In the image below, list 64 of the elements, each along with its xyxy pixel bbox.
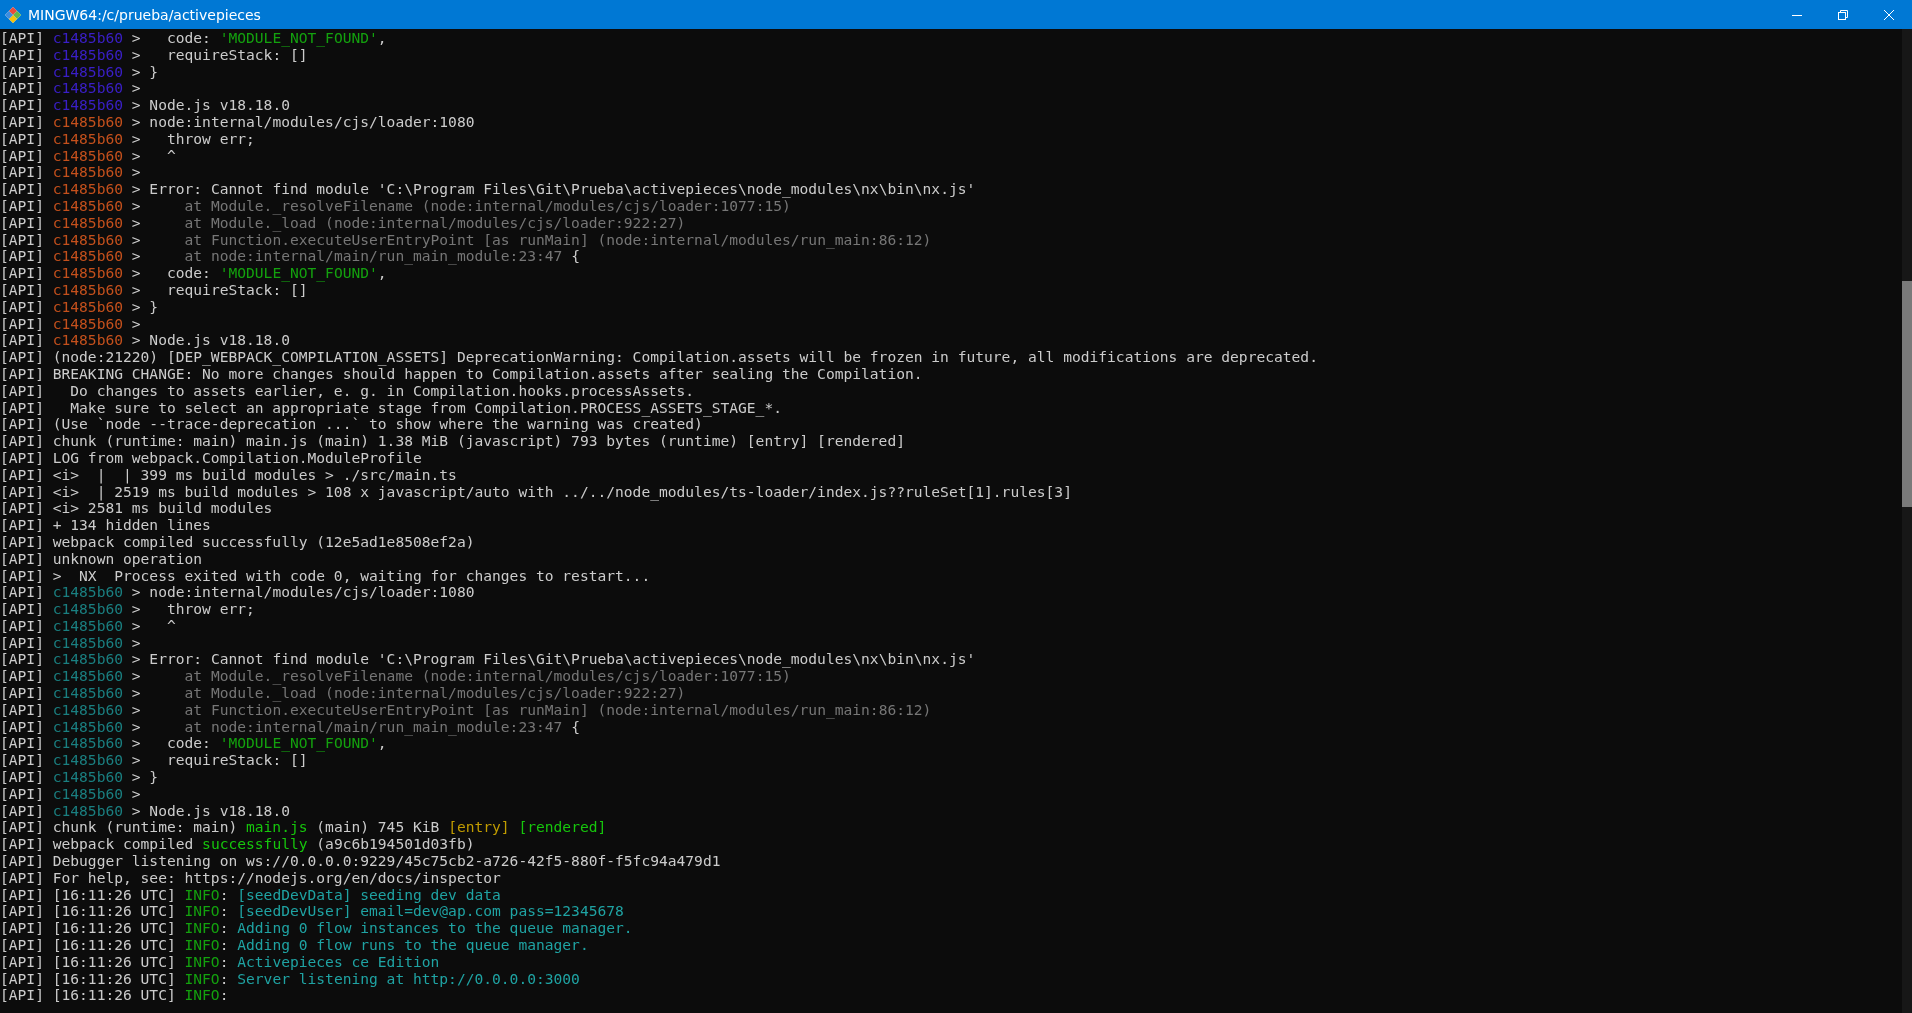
log-line: [API] c1485b60 > at node:internal/main/run_main_module:23:47 { [0, 718, 581, 736]
log-line: [API] c1485b60 > at Function.executeUserEntryPoint [as runMain] (node:internal/modules/run_main:86:12) [0, 701, 933, 719]
log-line: [API] c1485b60 > code: 'MODULE_NOT_FOUND', [0, 735, 387, 753]
log-line: [API] (node:21220) [DEP_WEBPACK_COMPILATION_ASSETS] DeprecationWarning: Compilation.assets will be frozen in future, all modifications are deprecated. [0, 349, 1319, 366]
log-line: [API] c1485b60 > at Function.executeUserEntryPoint [as runMain] (node:internal/modules/run_main:86:12) [0, 231, 933, 249]
log-line: [API] c1485b60 > ^ [0, 147, 177, 165]
log-line: [API] > NX Process exited with code 0, waiting for changes to restart... [0, 567, 652, 585]
log-line: [API] c1485b60 > } [0, 63, 160, 81]
log-line: [API] c1485b60 > node:internal/modules/cjs/loader:1080 [0, 114, 476, 131]
log-line: [API] c1485b60 > ^ [0, 617, 177, 635]
log-line: [API] c1485b60 > Node.js v18.18.0 [0, 802, 291, 820]
log-line: [API] Make sure to select an appropriate stage from Compilation.PROCESS_ASSETS_STAGE_*. [0, 399, 783, 417]
log-line: [API] [16:11:26 UTC] INFO: Server listening at http://0.0.0.0:3000 [0, 970, 581, 988]
log-line: [API] c1485b60 > at node:internal/main/run_main_module:23:47 { [0, 248, 581, 266]
log-line: [API] [16:11:26 UTC] INFO: Adding 0 flow instances to the queue manager. [0, 920, 634, 938]
log-line: [API] (Use `node --trace-deprecation ...` to show where the warning was created) [0, 416, 703, 434]
log-line: [API] c1485b60 > code: 'MODULE_NOT_FOUND', [0, 265, 387, 282]
log-line: [API] c1485b60 > at Module._resolveFilename (node:internal/modules/cjs/loader:1077:15) [0, 197, 791, 215]
log-line: [API] [16:11:26 UTC] INFO: Adding 0 flow runs to the queue manager. [0, 937, 590, 954]
log-line: [API] webpack compiled successfully (12e5ad1e8508ef2a) [0, 533, 476, 551]
log-line: [API] chunk (runtime: main) main.js (main) 745 KiB [entry] [rendered] [0, 819, 608, 837]
log-line: [API] <i> | | 399 ms build modules > ./src/main.ts [0, 466, 458, 484]
log-line: [API] c1485b60 > [0, 785, 142, 803]
log-line: [API] unknown operation [0, 550, 203, 568]
log-line: [API] c1485b60 > requireStack: [] [0, 281, 308, 299]
log-line: [API] <i> | 2519 ms build modules > 108 x javascript/auto with ../../node_modules/ts-loader/index.js??ruleSet[1].rules[3] [0, 483, 1073, 501]
log-line: [API] Debugger listening on ws://0.0.0.0:9229/45c75cb2-a726-42f5-880f-f5fc94a479d1 [0, 853, 722, 870]
log-line: [API] chunk (runtime: main) main.js (main) 1.38 MiB (javascript) 793 bytes (runtime) [entry] [rendered] [0, 433, 906, 450]
log-line: [API] c1485b60 > at Module._resolveFilename (node:internal/modules/cjs/loader:1077:15) [0, 668, 791, 686]
log-line: [API] [16:11:26 UTC] INFO: Activepieces ce Edition [0, 953, 441, 971]
log-line: [API] LOG from webpack.Compilation.ModuleProfile [0, 449, 423, 467]
log-line: [API] c1485b60 > code: 'MODULE_NOT_FOUND', [0, 30, 388, 47]
diamond-logo-icon [4, 5, 22, 24]
log-line: [API] [16:11:26 UTC] INFO: [0, 987, 230, 1005]
log-line: [API] <i> 2581 ms build modules [0, 500, 274, 518]
log-line: [API] c1485b60 > } [0, 769, 160, 786]
log-line: [API] Do changes to assets earlier, e. g. in Compilation.hooks.processAssets. [0, 382, 696, 400]
log-line: [API] c1485b60 > node:internal/modules/cjs/loader:1080 [0, 584, 475, 602]
log-line: [API] BREAKING CHANGE: No more changes should happen to Compilation.assets after sealing the Compilation. [0, 365, 924, 383]
log-line: [API] webpack compiled successfully (a9c6b194501d03fb) [0, 836, 476, 854]
log-line: [API] c1485b60 > requireStack: [] [0, 752, 308, 770]
log-line: [API] c1485b60 > [0, 315, 142, 333]
log-line: [API] c1485b60 > [0, 80, 142, 98]
log-line: [API] c1485b60 > [0, 634, 142, 652]
log-line: [API] c1485b60 > Node.js v18.18.0 [0, 97, 291, 114]
log-line: [API] c1485b60 > Error: Cannot find module 'C:\Program Files\Git\Prueba\activepieces\node_modules\nx\bin\nx.js' [0, 651, 977, 669]
log-line: [API] [16:11:26 UTC] INFO: [seedDevData] seeding dev data [0, 886, 502, 904]
restore-icon [1838, 9, 1848, 20]
window-title: MINGW64:/c/prueba/activepieces [28, 6, 261, 23]
close-icon [1884, 9, 1894, 20]
log-line: [API] c1485b60 > } [0, 298, 160, 316]
log-line: [API] c1485b60 > [0, 164, 142, 182]
log-line: [API] + 134 hidden lines [0, 517, 212, 534]
log-line: [API] [16:11:26 UTC] INFO: [seedDevUser] email=dev@ap.com pass=12345678 [0, 903, 625, 921]
scrollbar-thumb[interactable] [1902, 281, 1912, 507]
log-line: [API] c1485b60 > requireStack: [] [0, 46, 308, 64]
log-line: [API] c1485b60 > throw err; [0, 130, 255, 148]
log-line: [API] c1485b60 > at Module._load (node:internal/modules/cjs/loader:922:27) [0, 685, 687, 702]
log-line: [API] c1485b60 > at Module._load (node:internal/modules/cjs/loader:922:27) [0, 214, 686, 232]
log-line: [API] c1485b60 > Node.js v18.18.0 [0, 332, 291, 350]
log-line: [API] c1485b60 > Error: Cannot find module 'C:\Program Files\Git\Prueba\activepieces\node_modules\nx\bin\nx.js' [0, 181, 977, 198]
log-line: [API] c1485b60 > throw err; [0, 601, 256, 618]
scrollbar[interactable] [1902, 29, 1912, 1013]
log-line: [API] For help, see: https://nodejs.org/en/docs/inspector [0, 869, 502, 887]
